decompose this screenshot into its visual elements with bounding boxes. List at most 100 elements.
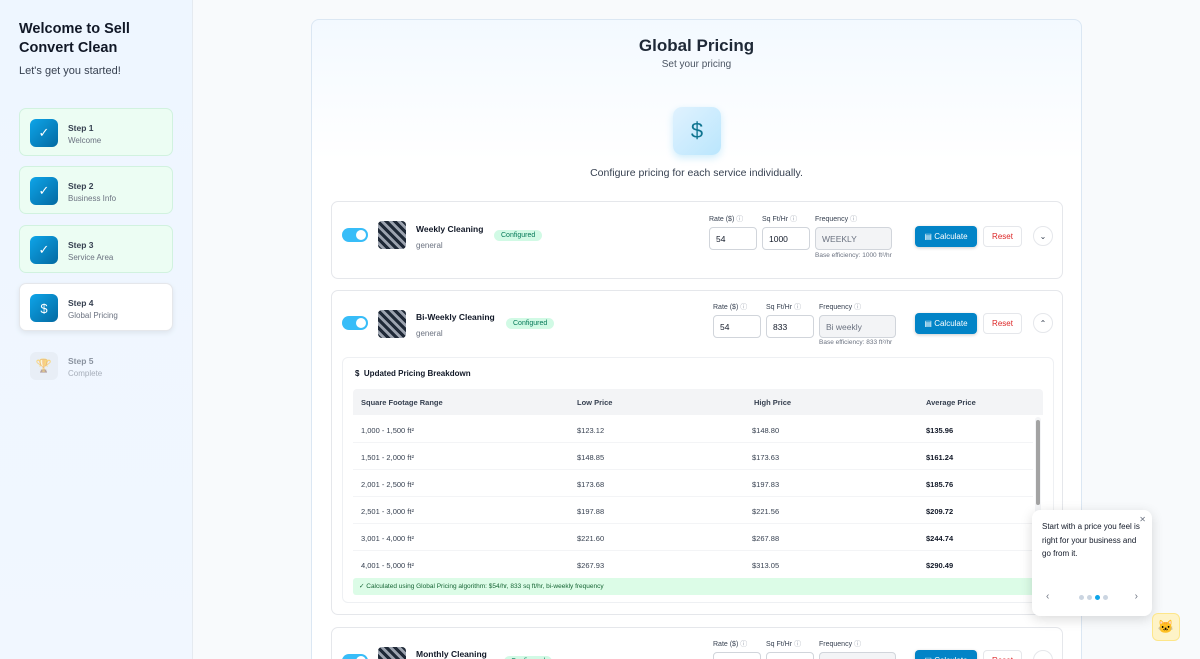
pricing-table: Square Footage Range Low Price High Pric… — [353, 389, 1043, 575]
cell-average: $209.72 — [926, 507, 954, 516]
cell-average: $244.74 — [926, 534, 954, 543]
onboarding-tooltip: ✕ Start with a price you feel is right f… — [1032, 510, 1152, 616]
info-icon: ⓘ — [790, 216, 798, 223]
info-icon: ⓘ — [740, 641, 748, 648]
cell-low: $197.88 — [577, 507, 605, 516]
pagination-dot[interactable] — [1087, 595, 1092, 600]
pagination-dot[interactable] — [1079, 595, 1084, 600]
service-card-biweekly: Bi-Weekly Cleaning general Configured Ra… — [331, 290, 1063, 615]
table-header: Square Footage Range Low Price High Pric… — [353, 389, 1043, 415]
sqft-input[interactable]: 1000 — [762, 227, 810, 250]
cell-range: 3,001 - 4,000 ft² — [361, 534, 414, 543]
service-toggle[interactable] — [342, 228, 368, 242]
status-badge: Configured — [506, 318, 555, 329]
pagination-dot-active[interactable] — [1095, 595, 1100, 600]
info-icon: ⓘ — [854, 641, 862, 648]
pricing-panel: Global Pricing Set your pricing $ Config… — [311, 19, 1082, 659]
reset-button[interactable]: Reset — [983, 226, 1022, 247]
step-label: Business Info — [68, 194, 117, 203]
pagination-dot[interactable] — [1103, 595, 1108, 600]
assistant-mascot-icon[interactable]: 🐱 — [1152, 613, 1180, 641]
dollar-icon: $ — [30, 294, 58, 322]
calculate-button[interactable]: ▤ Calculate — [915, 313, 977, 334]
service-thumbnail — [378, 647, 406, 659]
step-welcome[interactable]: ✓ Step 1 Welcome — [19, 108, 173, 156]
sidebar-subtitle: Let's get you started! — [19, 65, 121, 77]
sidebar-title: Welcome to Sell Convert Clean — [19, 21, 130, 56]
base-efficiency: Base efficiency: 1000 ft²/hr — [815, 252, 892, 259]
page-description: Configure pricing for each service indiv… — [590, 167, 803, 179]
step-number: Step 3 — [68, 240, 94, 250]
info-icon: ⓘ — [740, 304, 748, 311]
column-header: Low Price — [577, 398, 613, 407]
sqft-input[interactable]: 833 — [766, 315, 814, 338]
step-service-area[interactable]: ✓ Step 3 Service Area — [19, 225, 173, 273]
frequency-label: Frequency ⓘ — [819, 641, 862, 648]
chevron-down-icon[interactable]: ⌄ — [1033, 650, 1053, 659]
step-label: Global Pricing — [68, 311, 118, 320]
rate-input[interactable] — [713, 652, 761, 659]
step-number: Step 2 — [68, 181, 94, 191]
chevron-left-icon[interactable]: ‹ — [1046, 591, 1049, 602]
rate-input[interactable]: 54 — [709, 227, 757, 250]
service-name: Monthly Cleaning — [416, 649, 487, 659]
page-title: Global Pricing — [638, 36, 755, 55]
table-row: 1,000 - 1,500 ft² $123.12 $148.80 $135.9… — [353, 416, 1033, 443]
chevron-right-icon[interactable]: › — [1135, 591, 1138, 602]
cell-low: $173.68 — [577, 480, 605, 489]
info-icon: ⓘ — [736, 216, 744, 223]
frequency-input — [819, 652, 896, 659]
reset-button[interactable]: Reset — [983, 650, 1022, 659]
calculate-button[interactable]: ▤ Calculate — [915, 226, 977, 247]
cell-average: $161.24 — [926, 453, 954, 462]
cell-low: $148.85 — [577, 453, 605, 462]
rate-input[interactable]: 54 — [713, 315, 761, 338]
service-category: general — [416, 241, 443, 250]
cell-range: 2,001 - 2,500 ft² — [361, 480, 414, 489]
dollar-icon: $ — [355, 369, 364, 378]
sqft-label: Sq Ft/Hr ⓘ — [766, 641, 802, 648]
tooltip-text: Start with a price you feel is right for… — [1042, 522, 1140, 558]
scrollbar-thumb[interactable] — [1036, 420, 1040, 505]
tooltip-pagination — [1079, 595, 1108, 600]
service-toggle[interactable] — [342, 316, 368, 330]
cell-high: $267.88 — [752, 534, 780, 543]
step-complete[interactable]: 🏆 Step 5 Complete — [19, 341, 173, 389]
cell-range: 2,501 - 3,000 ft² — [361, 507, 414, 516]
calculation-note: ✓ Calculated using Global Pricing algori… — [353, 578, 1043, 595]
dollar-icon: $ — [673, 107, 721, 155]
service-name: Bi-Weekly Cleaning — [416, 312, 495, 322]
cell-average: $185.76 — [926, 480, 954, 489]
service-card-monthly: Monthly Cleaning Configured Rate ($)ⓘ Sq… — [331, 627, 1063, 659]
breakdown-title: $ Updated Pricing Breakdown — [355, 369, 471, 378]
cell-range: 1,000 - 1,500 ft² — [361, 426, 414, 435]
step-business-info[interactable]: ✓ Step 2 Business Info — [19, 166, 173, 214]
chevron-down-icon[interactable]: ⌄ — [1033, 226, 1053, 246]
base-efficiency: Base efficiency: 833 ft²/hr — [819, 339, 893, 346]
cell-high: $313.05 — [752, 561, 780, 570]
cell-high: $197.83 — [752, 480, 780, 489]
service-thumbnail — [378, 221, 406, 249]
step-number: Step 4 — [68, 298, 94, 308]
check-circle-icon: ✓ — [30, 236, 58, 264]
sqft-input[interactable] — [766, 652, 814, 659]
service-thumbnail — [378, 310, 406, 338]
pricing-breakdown: $ Updated Pricing Breakdown Square Foota… — [342, 357, 1054, 603]
table-row: 2,001 - 2,500 ft² $173.68 $197.83 $185.7… — [353, 470, 1033, 497]
step-number: Step 5 — [68, 356, 94, 366]
rate-label: Rate ($) ⓘ — [713, 304, 748, 311]
step-global-pricing[interactable]: $ Step 4 Global Pricing — [19, 283, 173, 331]
check-circle-icon: ✓ — [30, 177, 58, 205]
cell-low: $221.60 — [577, 534, 605, 543]
table-row: 1,501 - 2,000 ft² $148.85 $173.63 $161.2… — [353, 443, 1033, 470]
cell-low: $267.93 — [577, 561, 605, 570]
step-label: Complete — [68, 369, 103, 378]
calculator-icon: ▤ — [924, 319, 935, 328]
info-icon: ⓘ — [854, 304, 862, 311]
page-subtitle: Set your pricing — [661, 59, 732, 70]
trophy-icon: 🏆 — [30, 352, 58, 380]
service-toggle[interactable] — [342, 654, 368, 659]
chevron-up-icon[interactable]: ⌃ — [1033, 313, 1053, 333]
calculate-button[interactable]: ▤ Calculate — [915, 650, 977, 659]
reset-button[interactable]: Reset — [983, 313, 1022, 334]
